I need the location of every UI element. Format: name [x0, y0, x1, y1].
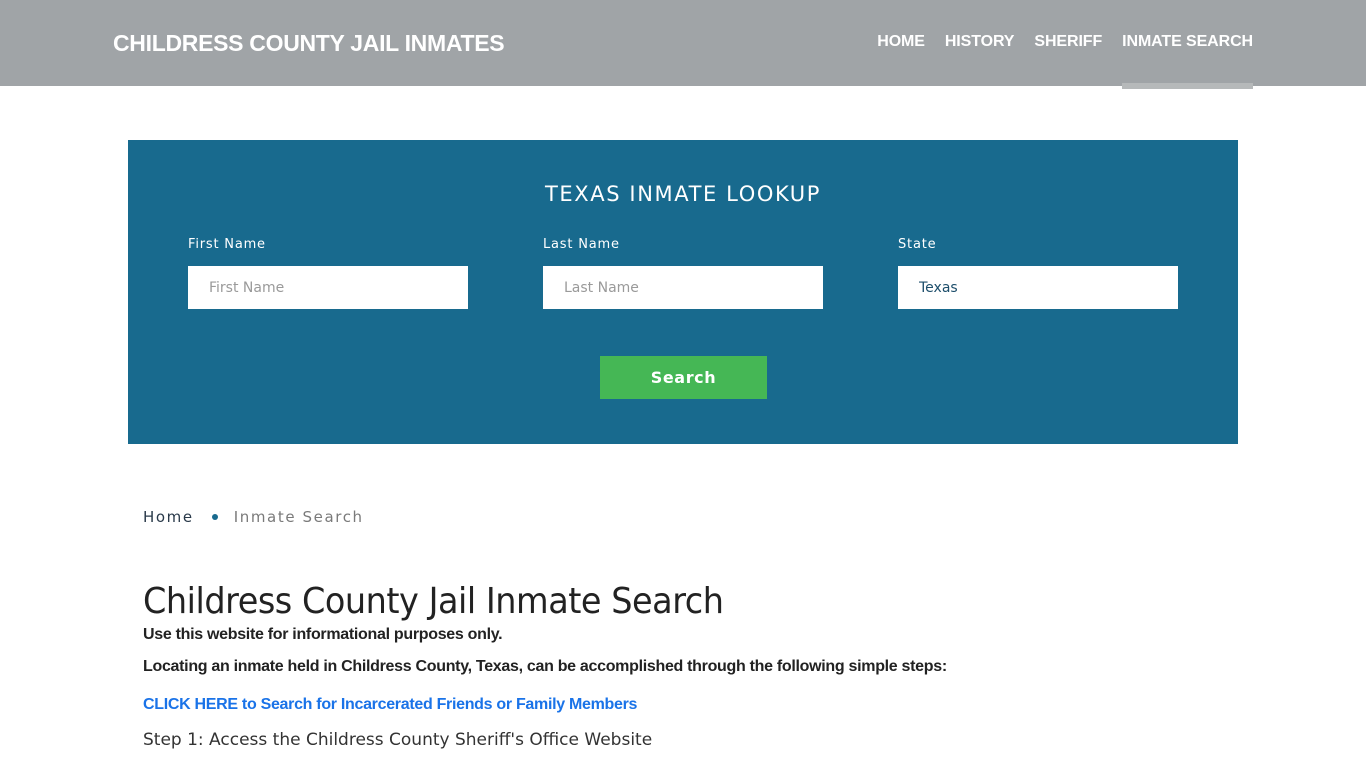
nav-inmate-search[interactable]: INMATE SEARCH — [1122, 33, 1253, 89]
state-group: State — [898, 237, 1178, 309]
first-name-group: First Name — [188, 237, 468, 309]
state-label: State — [898, 237, 937, 252]
breadcrumb-home[interactable]: Home — [143, 508, 194, 526]
intro-text: Locating an inmate held in Childress Cou… — [143, 658, 947, 675]
disclaimer-text: Use this website for informational purpo… — [143, 626, 503, 643]
state-input[interactable] — [898, 266, 1178, 309]
last-name-group: Last Name — [543, 237, 823, 309]
site-header: CHILDRESS COUNTY JAIL INMATES HOME HISTO… — [0, 0, 1366, 89]
first-name-input[interactable] — [188, 266, 468, 309]
page-title: Childress County Jail Inmate Search — [143, 581, 724, 622]
last-name-input[interactable] — [543, 266, 823, 309]
main-nav: HOME HISTORY SHERIFF INMATE SEARCH — [877, 33, 1253, 89]
nav-sheriff[interactable]: SHERIFF — [1034, 33, 1102, 51]
breadcrumb-current: Inmate Search — [233, 508, 364, 526]
lookup-title: TEXAS INMATE LOOKUP — [544, 182, 822, 206]
breadcrumb: Home Inmate Search — [143, 508, 364, 526]
inmate-lookup-panel: TEXAS INMATE LOOKUP First Name Last Name… — [128, 140, 1238, 444]
search-cta-link[interactable]: CLICK HERE to Search for Incarcerated Fr… — [143, 696, 1223, 714]
last-name-label: Last Name — [543, 237, 620, 252]
nav-home[interactable]: HOME — [877, 33, 925, 51]
main-content: Childress County Jail Inmate Search Use … — [143, 580, 1223, 750]
step-1-heading: Step 1: Access the Childress County Sher… — [143, 730, 653, 750]
breadcrumb-separator-icon — [211, 514, 218, 520]
search-button[interactable]: Search — [600, 356, 767, 399]
site-logo-link[interactable]: CHILDRESS COUNTY JAIL INMATES — [113, 30, 505, 57]
first-name-label: First Name — [188, 237, 266, 252]
nav-history[interactable]: HISTORY — [945, 33, 1015, 51]
